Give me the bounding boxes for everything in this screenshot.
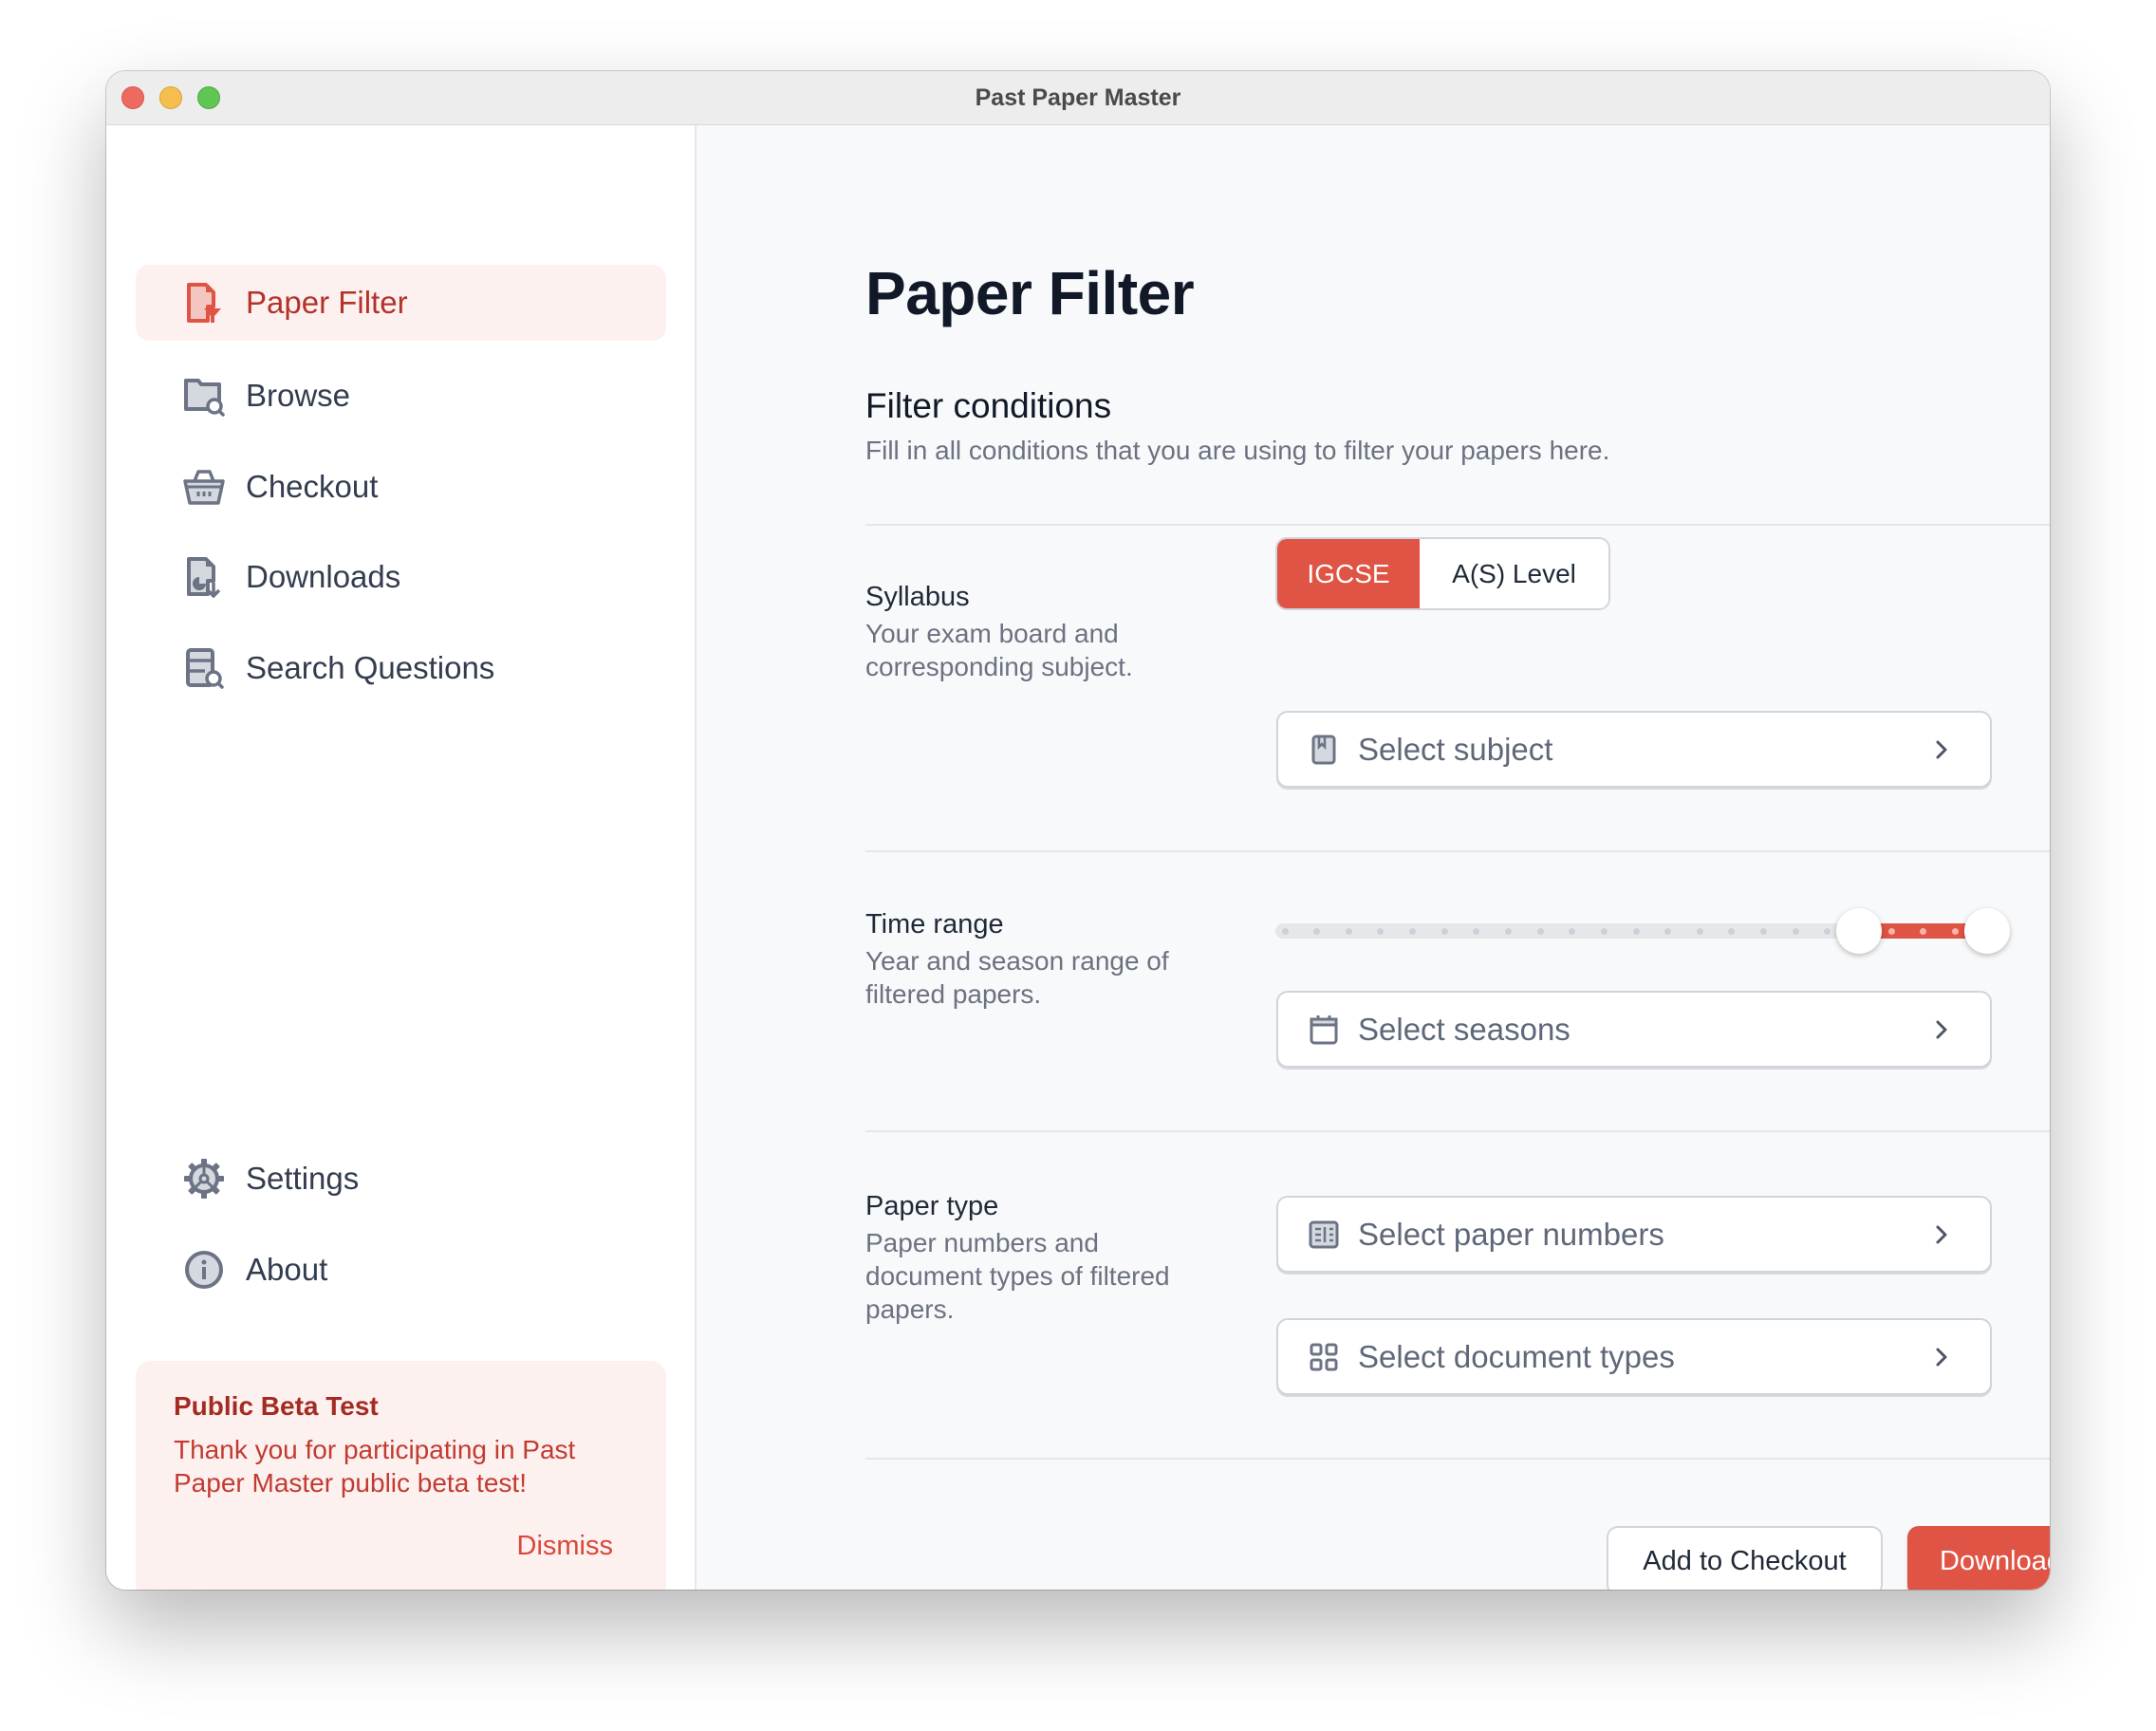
select-subject-button[interactable]: Select subject: [1276, 711, 1992, 788]
sidebar-item-label: Search Questions: [246, 650, 495, 685]
grid-icon: [1309, 1342, 1339, 1372]
paper-type-description: Paper numbers and document types of filt…: [865, 1228, 1170, 1324]
slider-thumb-start[interactable]: [1836, 908, 1883, 954]
sidebar-item-label: Paper Filter: [246, 285, 408, 320]
paper-type-title: Paper type: [865, 1191, 999, 1221]
slider-tick: [1440, 928, 1448, 935]
select-paper-numbers-button[interactable]: Select paper numbers: [1276, 1196, 1992, 1273]
select-document-types-button[interactable]: Select document types: [1276, 1318, 1992, 1395]
select-paper-numbers-placeholder: Select paper numbers: [1358, 1216, 1664, 1252]
slider-tick: [1760, 928, 1768, 935]
page-title: Paper Filter: [865, 259, 1195, 327]
chevron-right-icon: [1931, 1343, 1952, 1371]
divider: [865, 524, 2050, 526]
beta-notice-card: Public Beta Test Thank you for participa…: [136, 1361, 666, 1590]
sidebar: Paper Filter Browse Checkout Downloads S…: [106, 125, 697, 1590]
sidebar-item-browse[interactable]: Browse: [136, 358, 666, 434]
select-seasons-placeholder: Select seasons: [1358, 1011, 1571, 1047]
list-search-icon: [183, 647, 225, 689]
calendar-icon: [1309, 1014, 1339, 1045]
main-content: Paper Filter Filter conditions Fill in a…: [698, 125, 2050, 1590]
slider-tick: [1887, 928, 1895, 935]
sidebar-item-label: Checkout: [246, 469, 379, 504]
info-icon: [183, 1249, 225, 1291]
syllabus-title: Syllabus: [865, 582, 970, 612]
slider-tick: [1792, 928, 1799, 935]
basket-icon: [183, 466, 225, 508]
section-description: Fill in all conditions that you are usin…: [865, 436, 1610, 465]
maximize-window-button[interactable]: [197, 86, 220, 109]
add-to-checkout-button[interactable]: Add to Checkout: [1607, 1526, 1883, 1590]
slider-tick: [1281, 928, 1289, 935]
minimize-window-button[interactable]: [159, 86, 182, 109]
syllabus-option-igcse[interactable]: IGCSE: [1277, 539, 1420, 608]
slider-tick: [1696, 928, 1703, 935]
sidebar-item-label: Settings: [246, 1161, 360, 1196]
book-icon: [1309, 735, 1339, 765]
sidebar-item-downloads[interactable]: Downloads: [136, 539, 666, 615]
document-filter-icon: [183, 282, 225, 324]
dismiss-button[interactable]: Dismiss: [517, 1531, 614, 1562]
time-range-description: Year and season range of filtered papers…: [865, 946, 1169, 1009]
beta-notice-title: Public Beta Test: [174, 1391, 379, 1421]
section-title: Filter conditions: [865, 386, 1112, 425]
time-range-label-group: Time range Year and season range of filt…: [865, 909, 1207, 1011]
syllabus-segmented-control: IGCSE A(S) Level: [1275, 537, 1610, 610]
title-bar: Past Paper Master: [106, 71, 2050, 125]
slider-tick: [1504, 928, 1512, 935]
sidebar-item-label: Downloads: [246, 559, 401, 594]
app-window: Past Paper Master Paper Filter Browse Ch…: [106, 71, 2050, 1590]
slider-tick: [1600, 928, 1608, 935]
syllabus-option-as-level[interactable]: A(S) Level: [1420, 539, 1608, 608]
close-window-button[interactable]: [121, 86, 144, 109]
sidebar-item-paper-filter[interactable]: Paper Filter: [136, 265, 666, 341]
slider-tick: [1409, 928, 1417, 935]
select-document-types-placeholder: Select document types: [1358, 1338, 1675, 1374]
sidebar-item-label: About: [246, 1252, 328, 1287]
number-grid-icon: [1309, 1219, 1339, 1250]
paper-type-label-group: Paper type Paper numbers and document ty…: [865, 1191, 1207, 1326]
slider-tick: [1951, 928, 1959, 935]
slider-thumb-end[interactable]: [1964, 908, 2010, 954]
slider-tick: [1345, 928, 1352, 935]
beta-notice-text: Thank you for participating in Past Pape…: [174, 1435, 576, 1498]
sidebar-item-label: Browse: [246, 378, 351, 413]
chevron-right-icon: [1931, 1220, 1952, 1249]
select-subject-placeholder: Select subject: [1358, 731, 1553, 767]
download-button[interactable]: Download: [1907, 1526, 2050, 1590]
chevron-right-icon: [1931, 1015, 1952, 1044]
chevron-right-icon: [1931, 735, 1952, 764]
folder-search-icon: [183, 375, 225, 417]
gear-icon: [183, 1158, 225, 1200]
syllabus-description: Your exam board and corresponding subjec…: [865, 619, 1133, 681]
sidebar-item-checkout[interactable]: Checkout: [136, 449, 666, 525]
sidebar-item-search-questions[interactable]: Search Questions: [136, 630, 666, 706]
sidebar-item-settings[interactable]: Settings: [136, 1141, 666, 1217]
select-seasons-button[interactable]: Select seasons: [1276, 991, 1992, 1068]
syllabus-label-group: Syllabus Your exam board and correspondi…: [865, 582, 1207, 683]
divider: [865, 1458, 2050, 1460]
divider: [865, 850, 2050, 852]
slider-tick: [1632, 928, 1640, 935]
slider-tick: [1536, 928, 1544, 935]
divider: [865, 1130, 2050, 1132]
sidebar-item-about[interactable]: About: [136, 1232, 666, 1308]
window-title: Past Paper Master: [975, 84, 1181, 111]
time-range-title: Time range: [865, 909, 1004, 940]
time-range-slider[interactable]: [1275, 908, 2016, 954]
document-download-icon: [183, 556, 225, 598]
